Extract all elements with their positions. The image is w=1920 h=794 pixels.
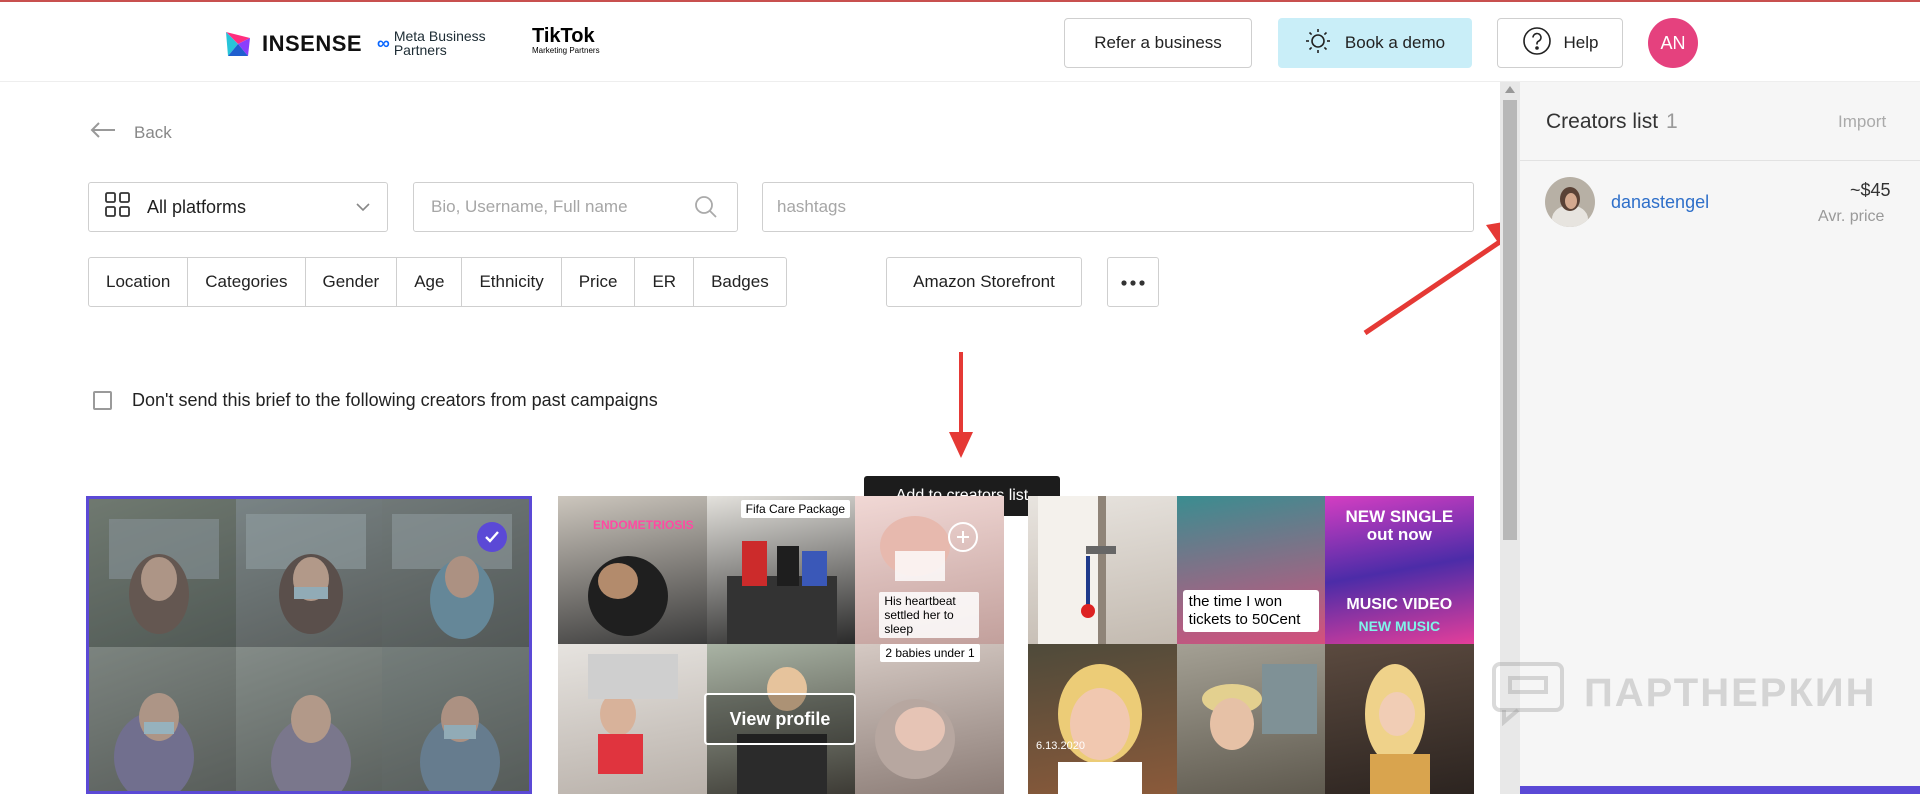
panel-divider (1520, 160, 1920, 161)
post-caption: MUSIC VIDEO (1346, 596, 1453, 613)
filter-ethnicity[interactable]: Ethnicity (462, 258, 562, 306)
creators-list-count: 1 (1666, 110, 1678, 133)
panel-footer-bar (1520, 786, 1920, 794)
amazon-storefront-filter[interactable]: Amazon Storefront (886, 257, 1082, 307)
post-caption: 6.13.2020 (1036, 740, 1085, 752)
filter-age[interactable]: Age (397, 258, 463, 306)
post-thumbnail: Fifa Care Package (706, 496, 856, 644)
platform-select[interactable]: All platforms (88, 182, 388, 232)
post-thumbnail (1325, 644, 1474, 794)
post-caption: His heartbeat settled her to sleep (879, 592, 980, 638)
post-thumbnail (89, 647, 236, 791)
meta-line-2: Partners (393, 42, 447, 58)
creators-list-title: Creators list 1 (1546, 110, 1678, 133)
more-dots-icon (1121, 273, 1145, 291)
more-filters-button[interactable] (1107, 257, 1159, 307)
filter-bar: Location Categories Gender Age Ethnicity… (88, 257, 787, 307)
post-thumbnail (382, 499, 529, 647)
creator-price-label: Avr. price (1818, 208, 1885, 225)
chevron-down-icon (355, 197, 371, 222)
post-thumbnail: NEW SINGLE out now MUSIC VIDEO NEW MUSIC (1325, 496, 1474, 644)
search-input[interactable] (413, 182, 738, 232)
help-label: Help (1563, 33, 1599, 52)
creator-avatar[interactable] (1545, 177, 1595, 227)
post-thumbnail (558, 644, 707, 794)
insense-logo[interactable]: INSENSE (222, 28, 362, 60)
selected-check-icon[interactable] (477, 522, 507, 552)
book-demo-label: Book a demo (1344, 33, 1446, 52)
post-thumbnail: ENDOMETRIOSIS (558, 496, 707, 644)
post-thumbnail (1028, 496, 1177, 644)
tiktok-logo-sub: Marketing Partners (532, 46, 600, 55)
meta-line-1: Meta Business (393, 28, 486, 44)
app-root: INSENSE ∞ Meta Business Partners TikTok … (0, 0, 1920, 794)
creator-card[interactable]: the time I won tickets to 50Cent NEW SIN… (1028, 496, 1474, 794)
post-thumbnail: 6.13.2020 (1028, 644, 1177, 794)
scroll-up-icon[interactable] (1505, 86, 1515, 93)
help-button[interactable]: Help (1497, 18, 1623, 68)
back-link[interactable]: Back (90, 122, 172, 143)
tiktok-partners-logo: TikTok Marketing Partners (532, 26, 600, 56)
post-thumbnail (89, 499, 236, 647)
filter-gender[interactable]: Gender (306, 258, 398, 306)
post-caption: NEW MUSIC (1358, 618, 1441, 634)
exclude-past-creators-checkbox[interactable] (93, 391, 112, 410)
arrow-left-icon (90, 122, 116, 143)
annotation-arrow-down (949, 352, 973, 458)
book-demo-button[interactable]: Book a demo (1278, 18, 1472, 68)
lightbulb-icon (1305, 28, 1331, 59)
filter-price[interactable]: Price (562, 258, 636, 306)
post-thumbnail: His heartbeat settled her to sleep (855, 496, 1004, 644)
top-header: INSENSE ∞ Meta Business Partners TikTok … (0, 0, 1920, 82)
watermark-logo-icon (1492, 662, 1564, 726)
post-thumbnail (382, 647, 529, 791)
creator-card-selected[interactable] (86, 496, 532, 794)
insense-logo-icon (222, 28, 254, 60)
scrollbar-thumb[interactable] (1503, 100, 1517, 540)
post-thumbnail (235, 499, 383, 647)
exclude-past-creators-row[interactable]: Don't send this brief to the following c… (93, 390, 658, 411)
post-thumbnail: the time I won tickets to 50Cent (1176, 496, 1326, 644)
tiktok-logo-text: TikTok (532, 25, 595, 47)
platform-select-value: All platforms (147, 196, 247, 217)
creator-card[interactable]: ENDOMETRIOSIS Fifa Care Package His hear… (558, 496, 1004, 794)
meta-infinity-icon: ∞ (377, 32, 390, 53)
post-caption: 2 babies under 1 (880, 644, 980, 662)
watermark-text: ПАРТНЕРКИН (1584, 670, 1877, 715)
creator-price: ~$45 (1850, 180, 1891, 200)
meta-partners-logo: ∞ Meta Business Partners (377, 28, 486, 58)
post-thumbnail: 2 babies under 1 (855, 644, 1004, 794)
back-label: Back (134, 122, 172, 142)
post-caption: NEW SINGLE out now (1345, 507, 1454, 544)
post-caption: Fifa Care Package (740, 500, 851, 518)
post-thumbnail (235, 647, 383, 791)
search-icon[interactable] (694, 195, 718, 224)
user-avatar[interactable]: AN (1648, 18, 1698, 68)
creator-username-link[interactable]: danastengel (1611, 192, 1709, 213)
view-profile-button[interactable]: View profile (704, 693, 856, 745)
grid-icon (105, 191, 131, 223)
help-icon (1522, 26, 1552, 61)
add-to-list-icon[interactable] (948, 522, 978, 552)
post-thumbnail (1176, 644, 1326, 794)
refer-business-label: Refer a business (1094, 33, 1222, 52)
filter-badges[interactable]: Badges (694, 258, 786, 306)
exclude-past-creators-label: Don't send this brief to the following c… (132, 390, 658, 410)
import-button[interactable]: Import (1838, 112, 1886, 132)
refer-business-button[interactable]: Refer a business (1064, 18, 1252, 68)
watermark: ПАРТНЕРКИН (1490, 660, 1877, 726)
filter-location[interactable]: Location (89, 258, 189, 306)
filter-categories[interactable]: Categories (188, 258, 306, 306)
post-caption: the time I won tickets to 50Cent (1182, 590, 1319, 632)
filter-er[interactable]: ER (635, 258, 695, 306)
insense-logo-text: INSENSE (262, 31, 363, 56)
